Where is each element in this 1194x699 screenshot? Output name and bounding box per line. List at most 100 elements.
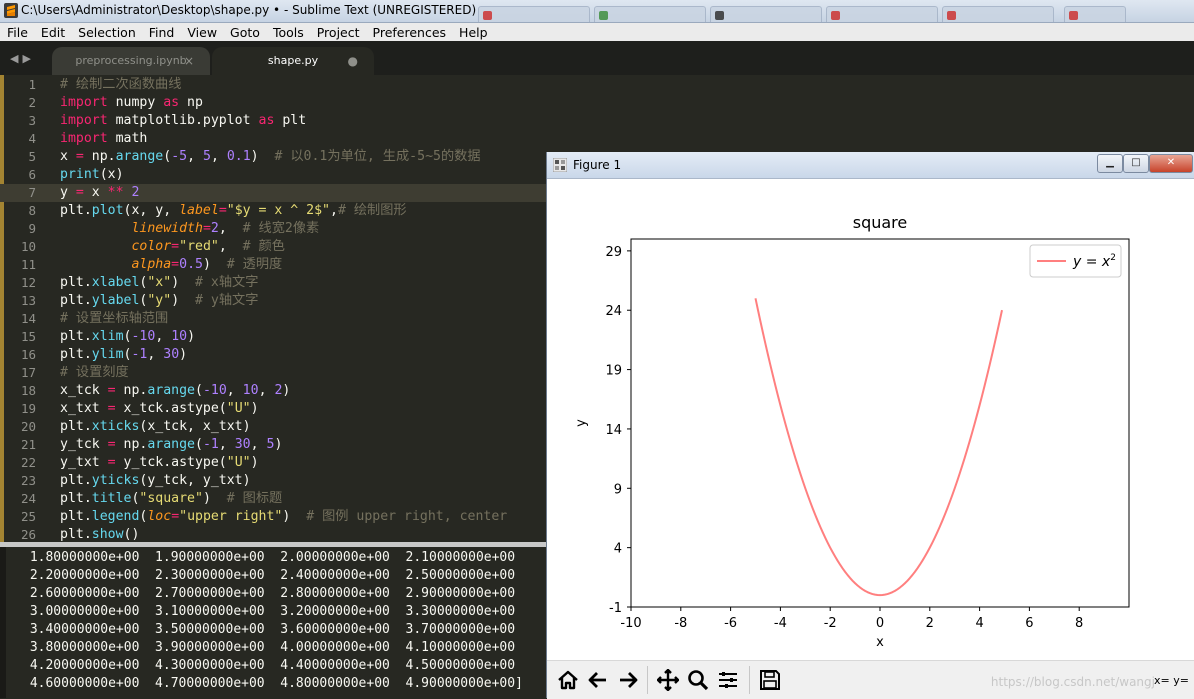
code-token: plt. [60,347,92,362]
menu-edit[interactable]: Edit [34,25,71,40]
code-line[interactable]: 24 plt.title("square") # 图标题 [0,490,546,508]
back-arrow-icon[interactable] [585,667,611,693]
y-tick-label: 19 [605,364,622,379]
pan-icon[interactable] [655,667,681,693]
code-token: ) [202,257,227,272]
code-line[interactable]: 25 plt.legend(loc="upper right") # 图例 upp… [0,508,546,526]
line-number: 8 [28,203,36,218]
code-token: x [83,185,108,200]
code-token: "U" [226,455,251,470]
code-line[interactable]: 4 import math [0,130,546,148]
code-line[interactable]: 17 # 设置刻度 [0,364,546,382]
code-token: ) [202,491,227,506]
menu-find[interactable]: Find [142,25,181,40]
code-token: 0.1 [226,149,251,164]
code-text: # 绘制二次函数曲线 [60,76,181,94]
code-token: () [123,527,140,542]
forward-arrow-icon[interactable] [615,667,641,693]
close-tab-icon[interactable]: × [184,47,194,75]
zoom-icon[interactable] [685,667,711,693]
code-line[interactable]: 18 x_tck = np.arange(-10, 10, 2) [0,382,546,400]
code-line[interactable]: 21 y_tck = np.arange(-1, 30, 5) [0,436,546,454]
code-line[interactable]: 2 import numpy as np [0,94,546,112]
code-line[interactable]: 22 y_txt = y_tck.astype("U") [0,454,546,472]
code-editor[interactable]: 1 # 绘制二次函数曲线 2 import numpy as np 3 import ma… [0,75,546,542]
x-tick-label: 2 [926,616,934,631]
code-line[interactable]: 14 # 设置坐标轴范围 [0,310,546,328]
code-line[interactable]: 6 print(x) [0,166,546,184]
code-token: # 绘制图形 [337,203,407,218]
code-line[interactable]: 23 plt.yticks(y_tck, y_txt) [0,472,546,490]
build-output-console[interactable]: 1.80000000e+00 1.90000000e+00 2.00000000… [0,547,546,698]
menu-goto[interactable]: Goto [223,25,266,40]
x-tick-label: -6 [724,616,737,631]
menu-selection[interactable]: Selection [71,25,142,40]
code-line[interactable]: 26 plt.show() [0,526,546,542]
code-line[interactable]: 10 color="red", # 颜色 [0,238,546,256]
code-token: plt. [60,293,92,308]
cursor-coordinates: x= y= [1154,674,1189,687]
code-token: alpha [131,257,172,272]
code-token: , [218,239,243,254]
code-token: x_tck [60,383,108,398]
code-token: numpy [107,95,164,110]
maximize-button[interactable]: □ [1123,154,1149,173]
code-token: color [131,239,172,254]
code-line[interactable]: 12 plt.xlabel("x") # x轴文字 [0,274,546,292]
code-token: plt. [60,419,92,434]
code-token: "U" [226,401,251,416]
save-icon[interactable] [757,667,783,693]
code-token: -1 [131,347,148,362]
tab-preprocessing-ipynb[interactable]: preprocessing.ipynb × [52,47,210,75]
code-line[interactable]: 13 plt.ylabel("y") # y轴文字 [0,292,546,310]
code-token: # y轴文字 [195,293,259,308]
console-line: 3.80000000e+00 3.90000000e+00 4.00000000… [22,640,516,655]
code-token: label [179,203,219,218]
menu-file[interactable]: File [0,25,34,40]
tab-shape-py[interactable]: shape.py ● [212,47,374,75]
home-icon[interactable] [555,667,581,693]
code-line[interactable]: 19 x_txt = x_tck.astype("U") [0,400,546,418]
code-line[interactable]: 1 # 绘制二次函数曲线 [0,76,546,94]
code-token: import [60,131,108,146]
code-token: arange [147,383,195,398]
line-number: 16 [20,347,36,362]
minimize-button[interactable]: ▁ [1097,154,1123,173]
code-token: 30 [234,437,251,452]
code-line[interactable]: 20 plt.xticks(x_tck, x_txt) [0,418,546,436]
code-text: plt.xlim(-10, 10) [60,328,195,346]
code-line[interactable]: 3 import matplotlib.pyplot as plt [0,112,546,130]
code-line[interactable]: 5x = np.arange(-5, 5, 0.1) # 以0.1为单位, 生成… [0,148,546,166]
code-text: y_tck = np.arange(-1, 30, 5) [60,436,282,454]
code-token: np. [115,437,148,452]
unsaved-dot-icon[interactable]: ● [348,47,358,75]
close-button[interactable]: ✕ [1149,154,1193,173]
code-line[interactable]: 7 y = x ** 2 [0,184,546,202]
code-token: linewidth [131,221,203,236]
code-text: import math [60,130,147,148]
menu-project[interactable]: Project [310,25,366,40]
code-line[interactable]: 16 plt.ylim(-1, 30) [0,346,546,364]
code-line[interactable]: 11 alpha=0.5) # 透明度 [0,256,546,274]
figure-title-bar[interactable]: Figure 1 ▁ □ ✕ [547,152,1194,179]
menu-tools[interactable]: Tools [266,25,310,40]
menu-help[interactable]: Help [452,25,494,40]
configure-subplots-icon[interactable] [715,667,741,693]
code-token: x [60,149,76,164]
code-line[interactable]: 8 plt.plot(x, y, label="$y = x ^ 2$",# 绘制… [0,202,546,220]
y-tick-label: 9 [614,482,622,497]
code-line[interactable]: 15 plt.xlim(-10, 10) [0,328,546,346]
x-tick-label: -4 [774,616,787,631]
menu-preferences[interactable]: Preferences [366,25,453,40]
code-line[interactable]: 9 linewidth=2, # 线宽2像素 [0,220,546,238]
line-number: 22 [20,455,36,470]
menu-view[interactable]: View [180,25,223,40]
tab-scroll-arrows-icon[interactable]: ◀▶ [10,52,35,65]
code-token: 30 [163,347,180,362]
code-token: , [147,347,164,362]
code-token: ) [171,275,196,290]
figure-window[interactable]: Figure 1 ▁ □ ✕ square -10 -8 -6 -4 -2 0 2 4 6 8 -1 4… [546,152,1194,699]
chart-plot-area[interactable]: square-10 -8 -6 -4 -2 0 2 4 6 8-14914192429xyy = … [547,179,1194,659]
code-token: ) [250,455,259,470]
